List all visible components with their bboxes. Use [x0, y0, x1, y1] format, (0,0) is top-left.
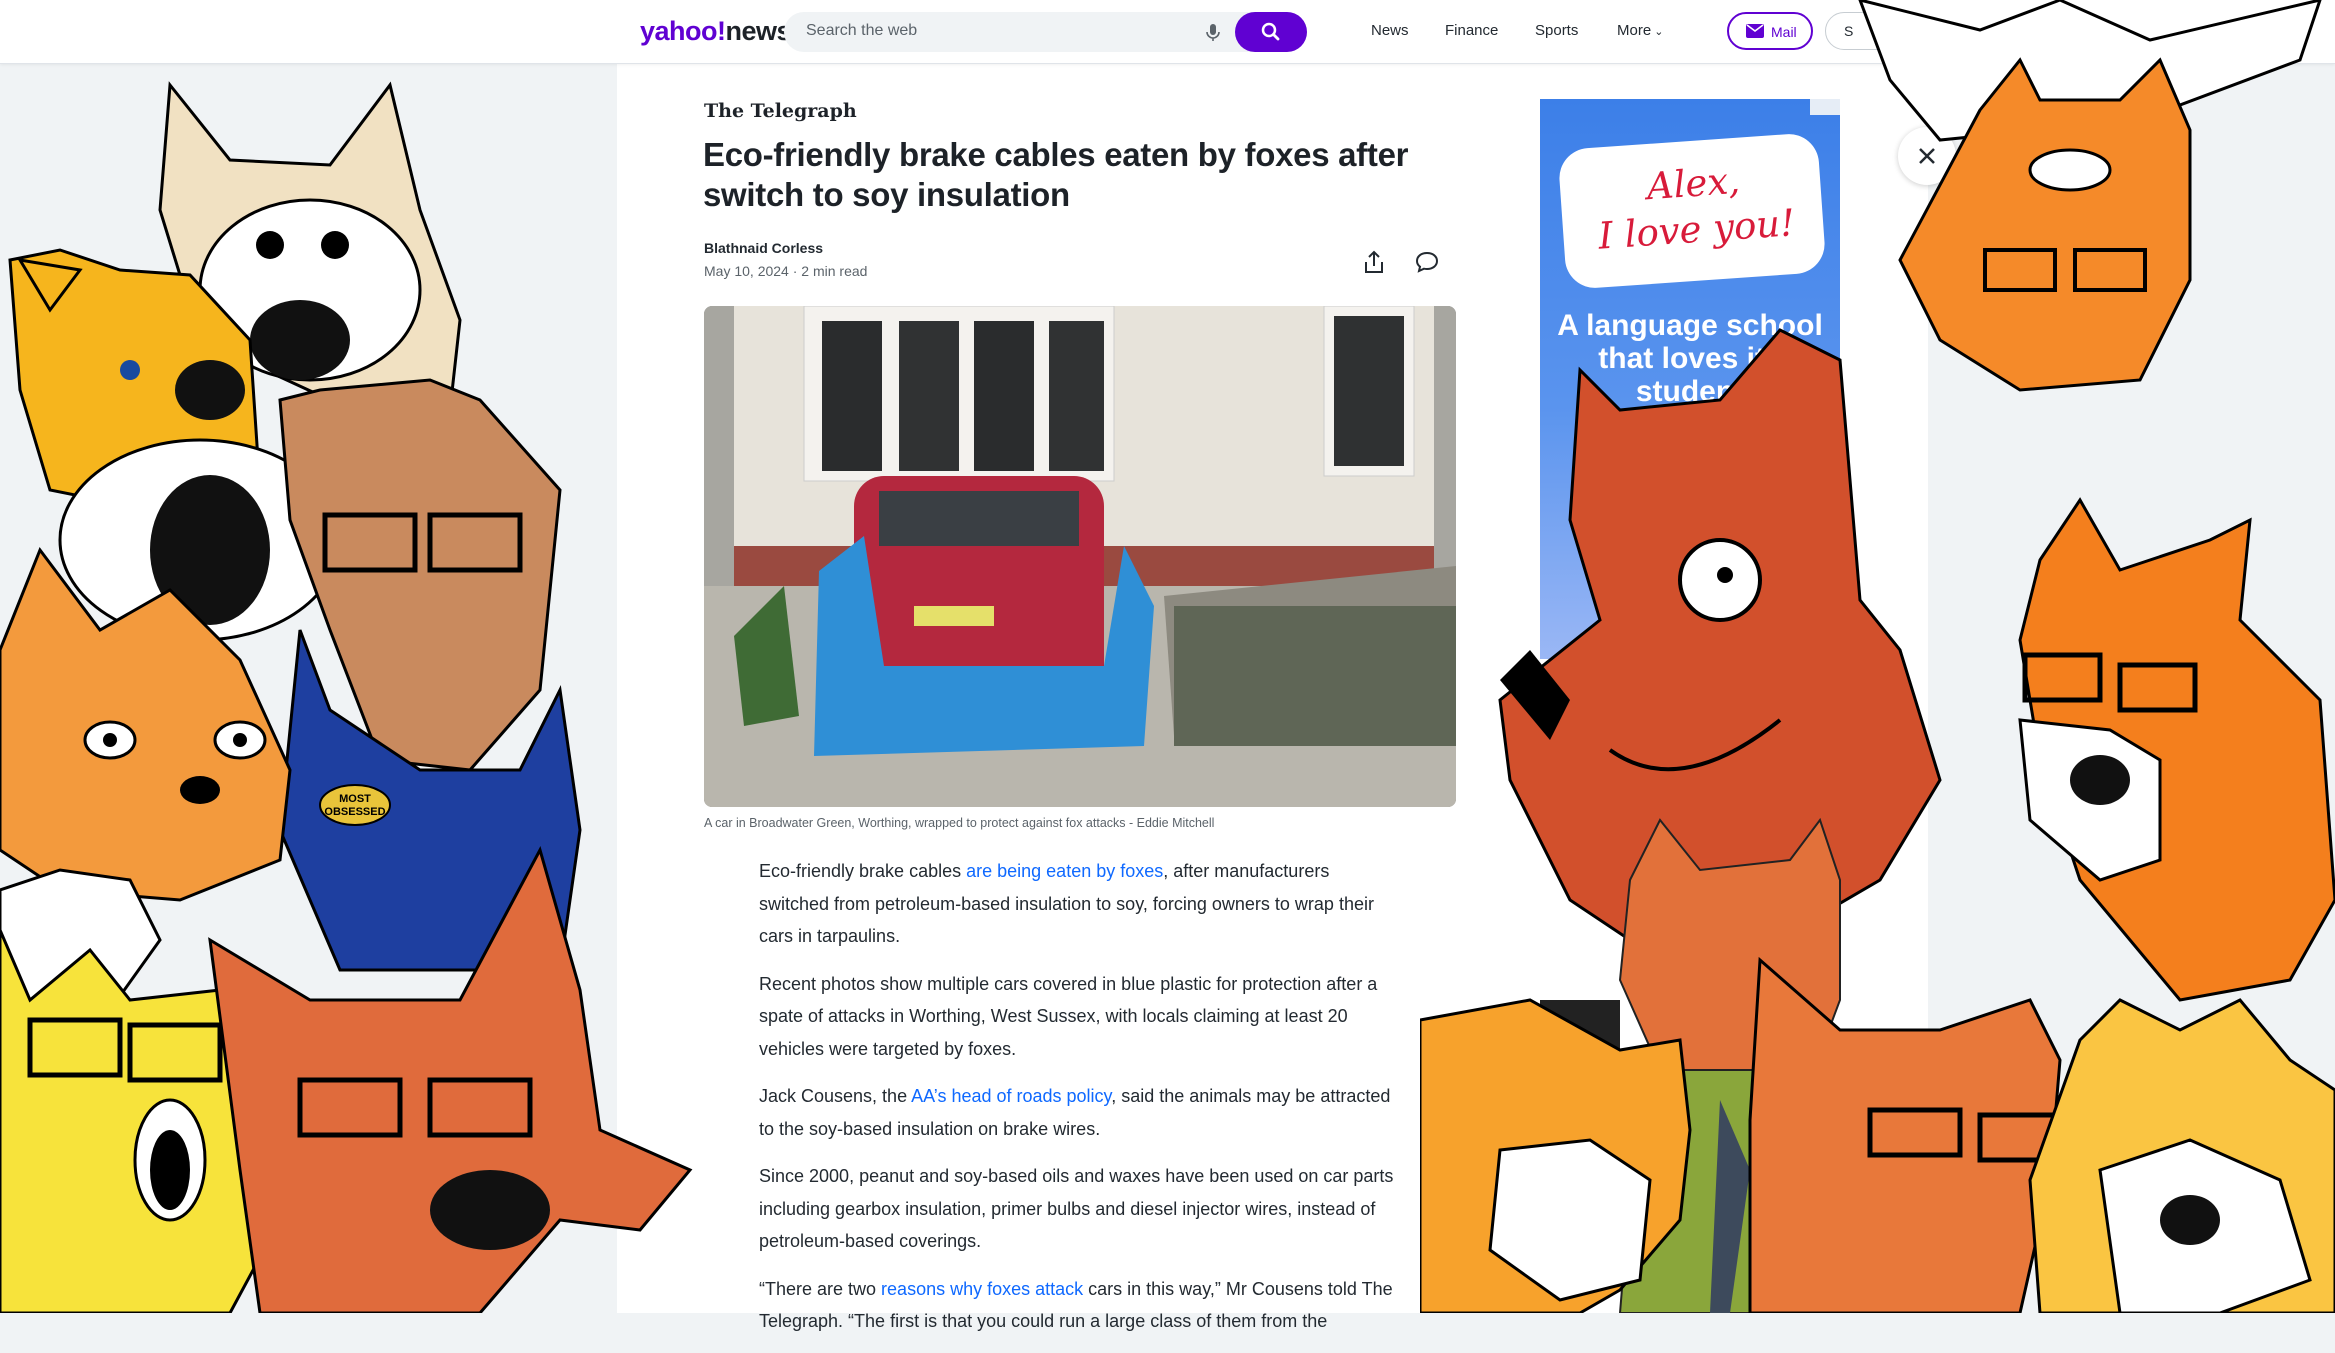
- search-icon: [1261, 22, 1280, 41]
- link-reasons-foxes-attack[interactable]: reasons why foxes attack: [881, 1279, 1083, 1299]
- nav-news[interactable]: News: [1371, 22, 1409, 39]
- most-obsessed-badge: MOST: [339, 793, 371, 805]
- fox-wojak-collage-right: [1420, 0, 2335, 1313]
- article-body: Eco-friendly brake cables are being eate…: [759, 855, 1404, 1353]
- logo-yahoo: yahoo!: [640, 16, 726, 46]
- p1-text-a: Eco-friendly brake cables: [759, 861, 967, 881]
- search-input[interactable]: Search the web: [806, 22, 917, 40]
- fox-wojak-collage-left: MOST OBSESSED: [0, 81, 693, 1313]
- paragraph-1: Eco-friendly brake cables are being eate…: [759, 855, 1404, 953]
- yahoo-news-logo[interactable]: yahoo!news: [640, 16, 792, 47]
- p2-text: Recent photos show multiple cars covered…: [759, 973, 1378, 1059]
- paragraph-3: Jack Cousens, the AA’s head of roads pol…: [759, 1080, 1404, 1145]
- link-aa-head-of-roads[interactable]: AA’s head of roads policy: [911, 1086, 1111, 1106]
- p4-text: Since 2000, peanut and soy-based oils an…: [759, 1166, 1394, 1251]
- car-tarpaulin-image: [704, 306, 1456, 807]
- search-button[interactable]: [1235, 12, 1307, 52]
- mic-icon[interactable]: [1202, 21, 1224, 43]
- article-photo[interactable]: [704, 306, 1456, 807]
- search-bar[interactable]: Search the web: [784, 12, 1307, 52]
- article-meta: May 10, 2024 · 2 min read: [704, 263, 867, 279]
- paragraph-5: “There are two reasons why foxes attack …: [759, 1273, 1404, 1338]
- p5-text-a: “There are two: [759, 1278, 882, 1299]
- link-eaten-by-foxes[interactable]: are being eaten by foxes: [966, 861, 1163, 881]
- meta-separator: ·: [792, 263, 802, 279]
- logo-news: news: [725, 16, 792, 46]
- publisher-logo[interactable]: The Telegraph: [704, 100, 857, 122]
- article-title: Eco-friendly brake cables eaten by foxes…: [703, 136, 1409, 213]
- article-date: May 10, 2024: [704, 263, 789, 279]
- share-icon[interactable]: [1362, 249, 1386, 275]
- p3-text-a: Jack Cousens, the: [759, 1086, 912, 1106]
- article-author[interactable]: Blathnaid Corless: [704, 240, 823, 256]
- paragraph-4: Since 2000, peanut and soy-based oils an…: [759, 1160, 1404, 1258]
- read-time: 2 min read: [801, 263, 868, 279]
- svg-text:OBSESSED: OBSESSED: [324, 806, 385, 818]
- photo-caption: A car in Broadwater Green, Worthing, wra…: [704, 816, 1215, 830]
- paragraph-2: Recent photos show multiple cars covered…: [759, 968, 1404, 1066]
